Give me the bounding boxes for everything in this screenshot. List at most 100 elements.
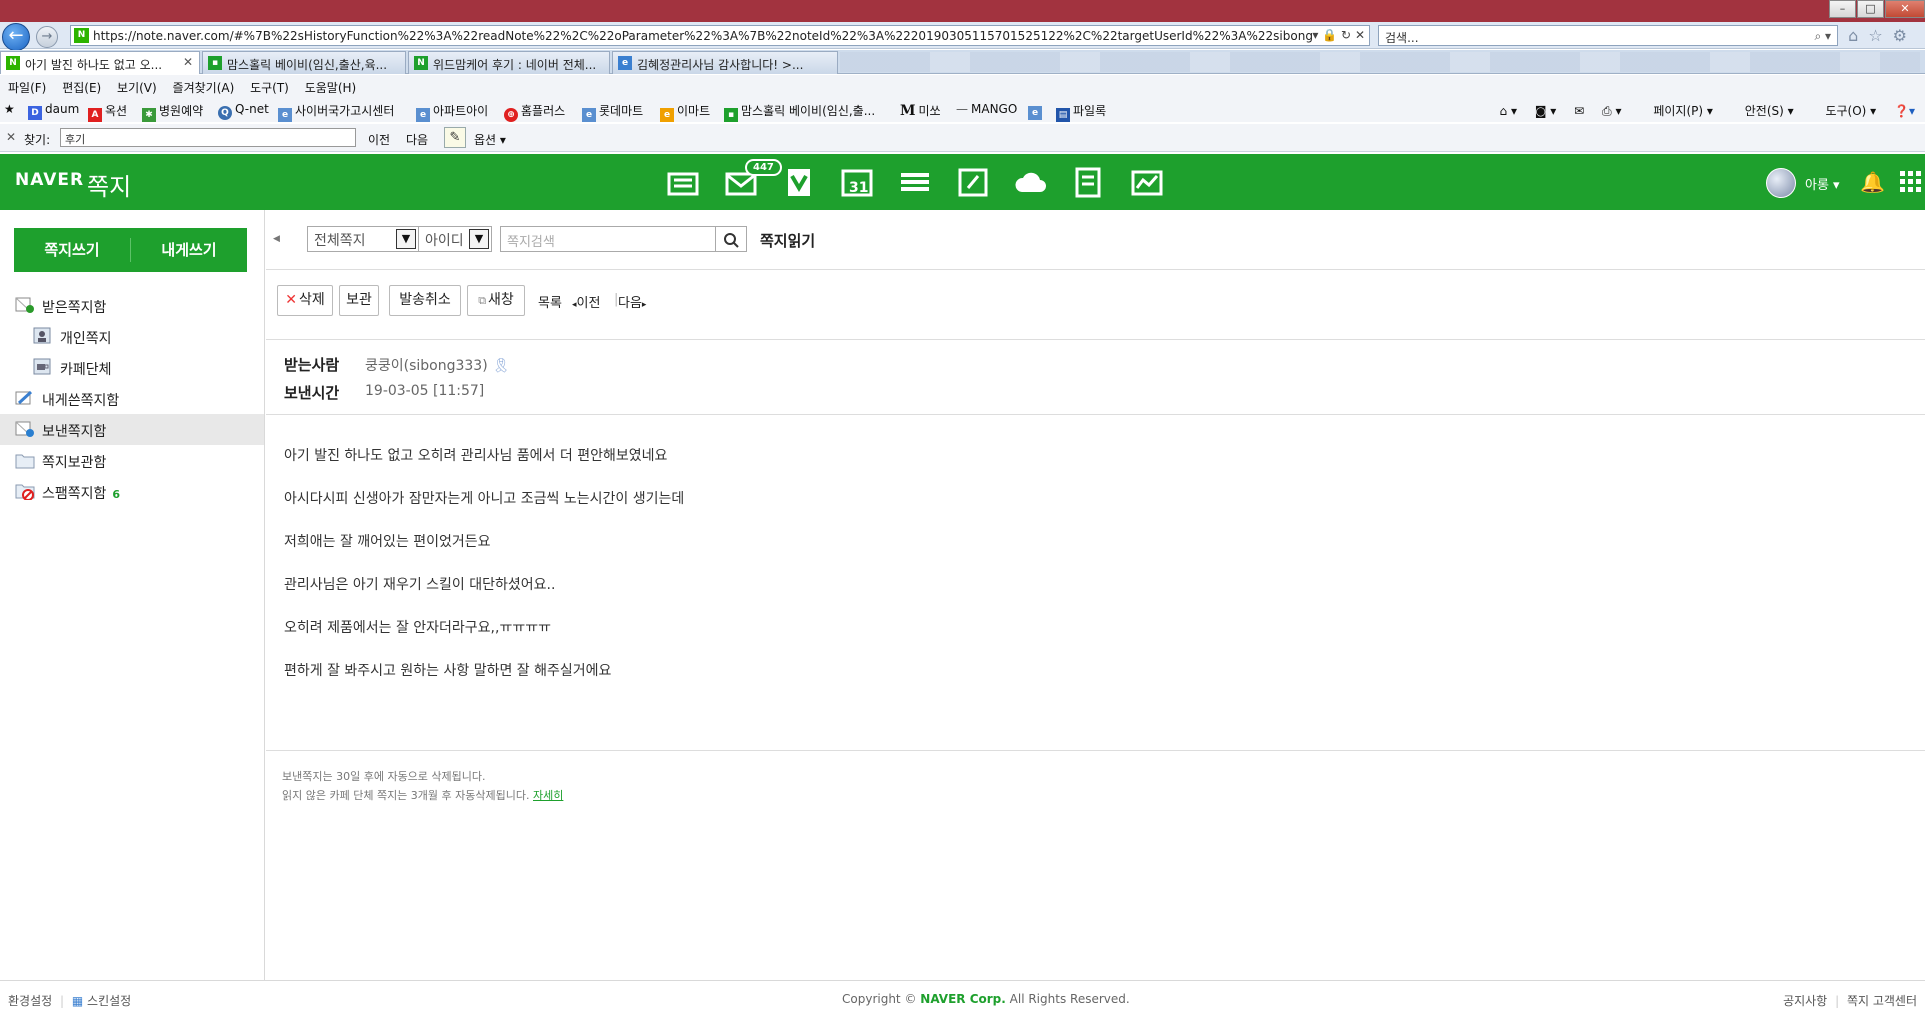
minimize-button[interactable]: – — [1829, 0, 1856, 18]
home-icon[interactable]: ⌂ — [1848, 26, 1868, 45]
gear-icon[interactable]: ⚙ — [1893, 26, 1917, 45]
bell-icon[interactable]: 🔔 — [1860, 170, 1885, 194]
settings-link[interactable]: 환경설정 — [8, 994, 52, 1008]
address-url[interactable]: https://note.naver.com/#%7B%22sHistoryFu… — [93, 29, 1313, 43]
next-link[interactable]: 다음▸ — [618, 292, 646, 311]
menu-help[interactable]: 도움말(H) — [297, 75, 357, 96]
sidebar-item-personal[interactable]: 개인쪽지 — [0, 321, 264, 352]
list-app-icon[interactable] — [898, 166, 932, 198]
note-search-input[interactable]: 쪽지검색 — [500, 226, 716, 252]
close-window-button[interactable]: ✕ — [1885, 0, 1925, 18]
find-options-button[interactable]: 옵션 ▾ — [474, 131, 506, 148]
sidebar-item-inbox[interactable]: 받은쪽지함 — [0, 290, 264, 321]
sidebar-item-spam[interactable]: 스팸쪽지함 6 — [0, 476, 264, 507]
collapse-sidebar-icon[interactable]: ◀ — [273, 234, 280, 244]
document-app-icon[interactable] — [1072, 166, 1106, 198]
browser-tab[interactable]: ▪ 맘스홀릭 베이비(임신,출산,육... — [202, 51, 406, 74]
write-note-button[interactable]: 쪽지쓰기 — [14, 228, 130, 272]
fav-hospital[interactable]: ✱ 병원예약 — [142, 102, 203, 122]
note-search-button[interactable] — [715, 226, 747, 252]
menu-edit[interactable]: 편집(E) — [54, 75, 101, 96]
support-link[interactable]: 쪽지 고객센터 — [1847, 994, 1917, 1008]
fav-qnet[interactable]: Q Q-net — [218, 102, 269, 120]
chevron-down-icon[interactable]: ▼ — [396, 229, 416, 249]
recipient-value[interactable]: 쿵쿵이(sibong333) 🎗 — [365, 355, 510, 375]
find-next-button[interactable]: 다음 — [406, 131, 428, 148]
address-bar[interactable]: N https://note.naver.com/#%7B%22sHistory… — [70, 25, 1370, 46]
browser-tab[interactable]: N 위드맘케어 후기 : 네이버 전체... — [408, 51, 610, 74]
refresh-icon[interactable]: ↻ — [1341, 28, 1351, 42]
naver-logo[interactable]: NAVER — [15, 170, 84, 190]
sidebar-item-cafe-group[interactable]: 카페단체 — [0, 352, 264, 383]
copyright-brand[interactable]: NAVER Corp. — [920, 992, 1006, 1006]
more-info-link[interactable]: 자세히 — [533, 789, 563, 802]
news-app-icon[interactable] — [666, 166, 700, 198]
tab-close-icon[interactable]: ✕ — [183, 55, 193, 69]
sidebar-item-to-self[interactable]: 내게쓴쪽지함 — [0, 383, 264, 414]
calendar-app-icon[interactable]: 31 — [840, 166, 874, 198]
memo-app-icon[interactable] — [956, 166, 990, 198]
find-input[interactable]: 후기 — [60, 128, 356, 147]
fav-mango[interactable]: — MANGO — [956, 102, 1017, 116]
avatar[interactable] — [1766, 168, 1796, 198]
menu-tools[interactable]: 도구(T) — [242, 75, 289, 96]
browser-tab[interactable]: N 아기 발진 하나도 없고 오... ✕ — [0, 51, 200, 74]
fav-momsholic[interactable]: ▪ 맘스홀릭 베이비(임신,출... — [724, 102, 875, 122]
safety-menu[interactable]: 안전(S) ▾ — [1731, 104, 1794, 118]
tools-menu[interactable]: 도구(O) ▾ — [1811, 104, 1876, 118]
fav-misso[interactable]: M 미쏘 — [900, 102, 941, 119]
close-icon[interactable]: ✕ — [1355, 28, 1365, 42]
skin-settings-link[interactable]: 스킨설정 — [87, 994, 131, 1008]
app-grid-icon[interactable] — [1900, 171, 1922, 193]
service-title[interactable]: 쪽지 — [87, 167, 131, 202]
prev-link[interactable]: ◂이전 — [572, 292, 600, 311]
fav-auction[interactable]: A 옥션 — [88, 102, 127, 122]
maximize-button[interactable]: □ — [1857, 0, 1884, 18]
sidebar-item-archive[interactable]: 쪽지보관함 — [0, 445, 264, 476]
list-link[interactable]: 목록 — [538, 292, 562, 311]
mail-icon[interactable]: ✉ — [1574, 104, 1584, 118]
dropdown-icon[interactable]: ▾ — [1312, 28, 1318, 42]
home-icon[interactable]: ⌂ ▾ — [1500, 104, 1517, 118]
lock-icon[interactable]: 🔒 — [1322, 28, 1337, 42]
fav-blank[interactable]: e — [1028, 102, 1045, 120]
fav-filelock[interactable]: ▤ 파일록 — [1056, 102, 1106, 122]
highlight-icon[interactable]: ✎ — [444, 127, 466, 148]
fav-lottemart[interactable]: e 롯데마트 — [582, 102, 643, 122]
find-prev-button[interactable]: 이전 — [368, 131, 390, 148]
fav-daum[interactable]: Ddaum — [28, 102, 79, 120]
delete-button[interactable]: ✕ 삭제 — [277, 285, 333, 316]
money-app-icon[interactable] — [1130, 166, 1164, 198]
page-menu[interactable]: 페이지(P) ▾ — [1639, 104, 1713, 118]
cloud-app-icon[interactable] — [1014, 166, 1048, 198]
fav-cyber[interactable]: e 사이버국가고시센터 — [278, 102, 394, 122]
folder-filter-select[interactable]: 전체쪽지 ▼ — [307, 226, 419, 252]
rss-icon[interactable]: ◙ ▾ — [1535, 104, 1556, 118]
write-to-self-button[interactable]: 내게쓰기 — [131, 228, 247, 272]
help-icon[interactable]: ❓▾ — [1894, 104, 1915, 118]
sidebar-item-sent[interactable]: 보낸쪽지함 — [0, 414, 264, 445]
browser-search-box[interactable]: 검색... ⌕ ▾ — [1378, 25, 1838, 46]
cancel-send-button[interactable]: 발송취소 — [389, 285, 461, 316]
user-menu[interactable]: 아롱 ▾ — [1805, 174, 1840, 193]
chevron-down-icon[interactable]: ▼ — [469, 229, 489, 249]
find-close-icon[interactable]: ✕ — [6, 130, 16, 144]
fav-emart[interactable]: e 이마트 — [660, 102, 710, 122]
print-icon[interactable]: ⎙ ▾ — [1602, 104, 1621, 118]
star-icon[interactable]: ☆ — [1868, 26, 1892, 45]
back-button[interactable]: ← — [2, 23, 30, 51]
fav-homeplus[interactable]: ⊕ 홈플러스 — [504, 102, 565, 122]
keep-button[interactable]: 보관 — [339, 285, 379, 316]
new-window-button[interactable]: ⧉ 새창 — [467, 285, 525, 316]
notice-link[interactable]: 공지사항 — [1783, 994, 1827, 1008]
browser-tab[interactable]: e 김혜정관리사님 감사합니다! >... — [612, 51, 838, 74]
menu-favorites[interactable]: 즐겨찾기(A) — [165, 75, 235, 96]
note-app-icon[interactable] — [782, 166, 816, 198]
menu-file[interactable]: 파일(F) — [0, 75, 46, 96]
favorites-star-icon[interactable]: ★ — [4, 102, 15, 116]
menu-view[interactable]: 보기(V) — [109, 75, 157, 96]
forward-button[interactable]: → — [36, 26, 58, 48]
search-type-select[interactable]: 아이디 ▼ — [418, 226, 492, 252]
fav-apt[interactable]: e 아파트아이 — [416, 102, 488, 122]
search-icon[interactable]: ⌕ ▾ — [1814, 29, 1831, 44]
